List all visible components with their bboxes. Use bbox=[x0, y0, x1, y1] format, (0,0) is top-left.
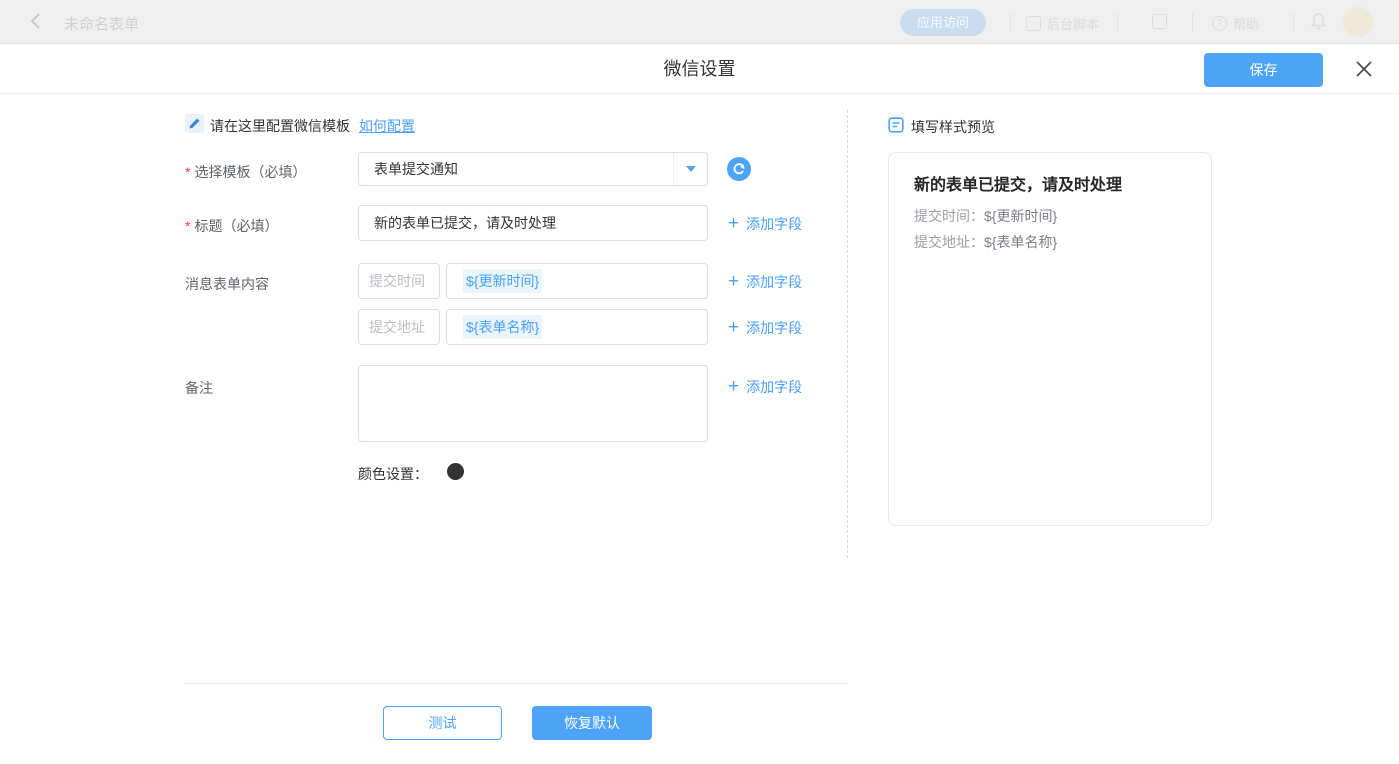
history-item bbox=[1152, 14, 1167, 29]
topbar-divider bbox=[1117, 13, 1118, 31]
pencil-icon bbox=[185, 114, 204, 133]
help-item: ? 帮助 bbox=[1212, 14, 1259, 33]
field-tag[interactable]: ${更新时间} bbox=[463, 269, 542, 293]
content-key-input-1[interactable] bbox=[358, 263, 440, 299]
avatar bbox=[1343, 7, 1373, 37]
how-to-configure-link[interactable]: 如何配置 bbox=[359, 116, 415, 136]
preview-card: 新的表单已提交，请及时处理 提交时间：${更新时间} 提交地址：${表单名称} bbox=[888, 152, 1212, 526]
preview-section-title: 填写样式预览 bbox=[911, 117, 995, 137]
dialog-title: 微信设置 bbox=[0, 44, 1399, 94]
app-access-button: 应用访问 bbox=[900, 9, 986, 36]
backend-script-item: 后台脚本 bbox=[1026, 14, 1099, 33]
plus-icon: + bbox=[728, 215, 739, 233]
test-button[interactable]: 测试 bbox=[383, 706, 502, 740]
content-value-box-1[interactable]: ${更新时间} bbox=[446, 263, 708, 299]
content-key-input-2[interactable] bbox=[358, 309, 440, 345]
field-tag[interactable]: ${表单名称} bbox=[463, 315, 542, 339]
bell-icon bbox=[1310, 12, 1327, 30]
add-field-label: 添加字段 bbox=[746, 214, 802, 234]
template-select[interactable]: 表单提交通知 bbox=[358, 152, 708, 186]
save-button[interactable]: 保存 bbox=[1204, 53, 1323, 87]
vertical-divider bbox=[847, 110, 848, 558]
add-field-link-row1[interactable]: + 添加字段 bbox=[728, 272, 802, 292]
add-field-link-title[interactable]: + 添加字段 bbox=[728, 214, 802, 234]
script-icon bbox=[1026, 16, 1041, 31]
required-mark: * bbox=[185, 164, 190, 180]
add-field-link-row2[interactable]: + 添加字段 bbox=[728, 318, 802, 338]
topbar: 未命名表单 应用访问 后台脚本 ? 帮助 bbox=[0, 0, 1399, 44]
refresh-button[interactable] bbox=[727, 157, 751, 181]
template-selected-value: 表单提交通知 bbox=[359, 153, 707, 185]
question-icon: ? bbox=[1212, 16, 1227, 31]
topbar-divider bbox=[1293, 13, 1294, 31]
dialog-header: 微信设置 保存 bbox=[0, 44, 1399, 94]
topbar-divider bbox=[1192, 13, 1193, 31]
remark-textarea[interactable] bbox=[358, 365, 708, 442]
preview-line-key: 提交时间： bbox=[914, 208, 984, 224]
config-hint-label: 请在这里配置微信模板 bbox=[210, 116, 350, 136]
plus-icon: + bbox=[728, 273, 739, 291]
script-label: 后台脚本 bbox=[1047, 14, 1099, 33]
color-swatch[interactable] bbox=[447, 463, 464, 480]
restore-default-button[interactable]: 恢复默认 bbox=[532, 706, 652, 740]
required-mark: * bbox=[185, 218, 190, 234]
remark-label: 备注 bbox=[185, 378, 213, 398]
help-label: 帮助 bbox=[1233, 14, 1259, 33]
history-icon bbox=[1152, 14, 1167, 29]
add-field-label: 添加字段 bbox=[746, 318, 802, 338]
add-field-label: 添加字段 bbox=[746, 272, 802, 292]
title-label: *标题（必填） bbox=[185, 216, 278, 236]
color-setting-label: 颜色设置： bbox=[358, 464, 428, 484]
form-name-label: 未命名表单 bbox=[64, 13, 139, 34]
preview-line-value: ${表单名称} bbox=[984, 234, 1057, 250]
content-label: 消息表单内容 bbox=[185, 274, 269, 294]
content-value-box-2[interactable]: ${表单名称} bbox=[446, 309, 708, 345]
preview-line-value: ${更新时间} bbox=[984, 208, 1057, 224]
notification-item bbox=[1310, 12, 1327, 30]
add-field-link-remark[interactable]: + 添加字段 bbox=[728, 377, 802, 397]
chevron-down-icon bbox=[686, 166, 696, 172]
template-label: *选择模板（必填） bbox=[185, 162, 306, 182]
wechat-settings-screen: 未命名表单 应用访问 后台脚本 ? 帮助 微信设置 保存 请在这里配置微信 bbox=[0, 0, 1399, 764]
preview-line-key: 提交地址： bbox=[914, 234, 984, 250]
preview-line-2: 提交地址：${表单名称} bbox=[914, 232, 1057, 252]
back-icon bbox=[26, 11, 46, 31]
preview-card-title: 新的表单已提交，请及时处理 bbox=[914, 171, 1122, 195]
document-icon bbox=[888, 117, 904, 138]
select-caret-zone[interactable] bbox=[673, 153, 707, 185]
close-icon[interactable] bbox=[1352, 58, 1376, 82]
add-field-label: 添加字段 bbox=[746, 377, 802, 397]
bottom-divider bbox=[185, 683, 847, 684]
topbar-divider bbox=[1010, 13, 1011, 31]
preview-line-1: 提交时间：${更新时间} bbox=[914, 206, 1057, 226]
title-input[interactable] bbox=[358, 205, 708, 241]
plus-icon: + bbox=[728, 319, 739, 337]
plus-icon: + bbox=[728, 378, 739, 396]
